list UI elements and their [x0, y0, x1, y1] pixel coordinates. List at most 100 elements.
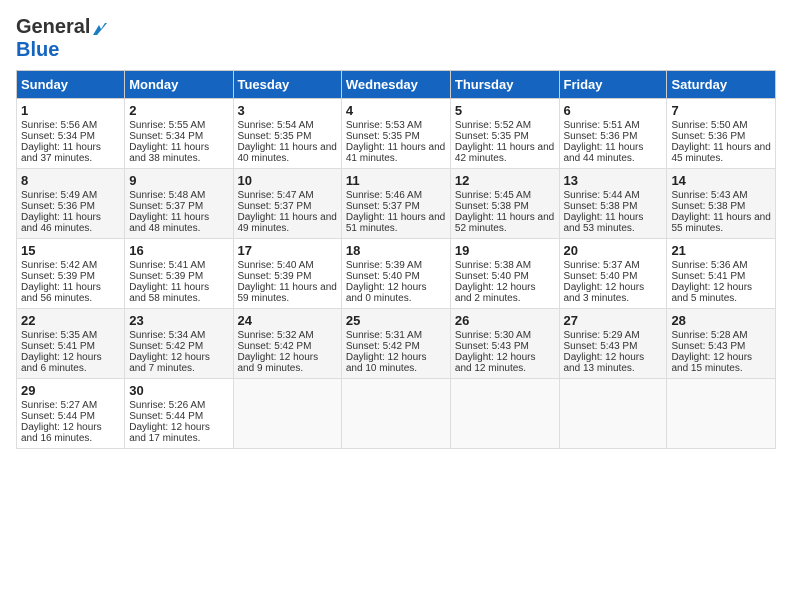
calendar-week-row: 29 Sunrise: 5:27 AMSunset: 5:44 PMDayligh… — [17, 379, 776, 449]
calendar-cell: 11 Sunrise: 5:46 AMSunset: 5:37 PMDayligh… — [341, 169, 450, 239]
day-number: 11 — [346, 173, 446, 188]
day-info: Sunrise: 5:32 AMSunset: 5:42 PMDaylight:… — [238, 330, 319, 374]
day-info: Sunrise: 5:34 AMSunset: 5:42 PMDaylight:… — [129, 330, 210, 374]
calendar-cell: 19 Sunrise: 5:38 AMSunset: 5:40 PMDayligh… — [450, 239, 559, 309]
day-number: 21 — [671, 243, 771, 258]
day-number: 15 — [21, 243, 120, 258]
calendar-cell: 14 Sunrise: 5:43 AMSunset: 5:38 PMDayligh… — [667, 169, 776, 239]
day-info: Sunrise: 5:46 AMSunset: 5:37 PMDaylight:… — [346, 190, 445, 234]
day-info: Sunrise: 5:36 AMSunset: 5:41 PMDaylight:… — [671, 260, 752, 304]
day-info: Sunrise: 5:56 AMSunset: 5:34 PMDaylight:… — [21, 120, 101, 164]
calendar-cell: 18 Sunrise: 5:39 AMSunset: 5:40 PMDayligh… — [341, 239, 450, 309]
day-number: 19 — [455, 243, 555, 258]
calendar-cell: 16Sunrise: 5:41 AMSunset: 5:39 PMDayligh… — [125, 239, 233, 309]
day-info: Sunrise: 5:29 AMSunset: 5:43 PMDaylight:… — [564, 330, 645, 374]
logo-bird-icon — [91, 19, 109, 37]
day-number: 10 — [238, 173, 337, 188]
calendar-table: SundayMondayTuesdayWednesdayThursdayFrid… — [16, 70, 776, 449]
day-number: 12 — [455, 173, 555, 188]
day-info: Sunrise: 5:31 AMSunset: 5:42 PMDaylight:… — [346, 330, 427, 374]
day-info: Sunrise: 5:37 AMSunset: 5:40 PMDaylight:… — [564, 260, 645, 304]
day-number: 2 — [129, 103, 228, 118]
weekday-header-tuesday: Tuesday — [233, 71, 341, 99]
day-number: 9 — [129, 173, 228, 188]
calendar-cell — [341, 379, 450, 449]
weekday-header-sunday: Sunday — [17, 71, 125, 99]
day-info: Sunrise: 5:43 AMSunset: 5:38 PMDaylight:… — [671, 190, 770, 234]
day-info: Sunrise: 5:53 AMSunset: 5:35 PMDaylight:… — [346, 120, 445, 164]
day-info: Sunrise: 5:44 AMSunset: 5:38 PMDaylight:… — [564, 190, 644, 234]
day-info: Sunrise: 5:28 AMSunset: 5:43 PMDaylight:… — [671, 330, 752, 374]
calendar-cell: 15 Sunrise: 5:42 AMSunset: 5:39 PMDayligh… — [17, 239, 125, 309]
calendar-cell — [559, 379, 667, 449]
logo-general: General — [16, 16, 90, 39]
day-info: Sunrise: 5:35 AMSunset: 5:41 PMDaylight:… — [21, 330, 102, 374]
calendar-cell — [450, 379, 559, 449]
calendar-cell: 26Sunrise: 5:30 AMSunset: 5:43 PMDayligh… — [450, 309, 559, 379]
weekday-header-monday: Monday — [125, 71, 233, 99]
day-number: 18 — [346, 243, 446, 258]
day-number: 23 — [129, 313, 228, 328]
logo: General Blue — [16, 16, 109, 62]
calendar-cell: 3 Sunrise: 5:54 AMSunset: 5:35 PMDaylight… — [233, 99, 341, 169]
day-info: Sunrise: 5:50 AMSunset: 5:36 PMDaylight:… — [671, 120, 770, 164]
calendar-cell: 17Sunrise: 5:40 AMSunset: 5:39 PMDayligh… — [233, 239, 341, 309]
day-number: 14 — [671, 173, 771, 188]
day-info: Sunrise: 5:26 AMSunset: 5:44 PMDaylight:… — [129, 400, 210, 444]
calendar-cell: 5 Sunrise: 5:52 AMSunset: 5:35 PMDaylight… — [450, 99, 559, 169]
day-info: Sunrise: 5:55 AMSunset: 5:34 PMDaylight:… — [129, 120, 209, 164]
calendar-cell: 25 Sunrise: 5:31 AMSunset: 5:42 PMDayligh… — [341, 309, 450, 379]
day-info: Sunrise: 5:39 AMSunset: 5:40 PMDaylight:… — [346, 260, 427, 304]
day-number: 29 — [21, 383, 120, 398]
calendar-cell: 23 Sunrise: 5:34 AMSunset: 5:42 PMDayligh… — [125, 309, 233, 379]
weekday-header-thursday: Thursday — [450, 71, 559, 99]
day-number: 30 — [129, 383, 228, 398]
weekday-header-friday: Friday — [559, 71, 667, 99]
calendar-cell: 28Sunrise: 5:28 AMSunset: 5:43 PMDayligh… — [667, 309, 776, 379]
day-number: 7 — [671, 103, 771, 118]
weekday-header-saturday: Saturday — [667, 71, 776, 99]
calendar-cell: 13 Sunrise: 5:44 AMSunset: 5:38 PMDayligh… — [559, 169, 667, 239]
day-info: Sunrise: 5:42 AMSunset: 5:39 PMDaylight:… — [21, 260, 101, 304]
weekday-header-wednesday: Wednesday — [341, 71, 450, 99]
calendar-cell: 20 Sunrise: 5:37 AMSunset: 5:40 PMDayligh… — [559, 239, 667, 309]
calendar-cell: 29 Sunrise: 5:27 AMSunset: 5:44 PMDayligh… — [17, 379, 125, 449]
calendar-cell — [667, 379, 776, 449]
day-number: 20 — [564, 243, 663, 258]
day-number: 27 — [564, 313, 663, 328]
calendar-cell: 22 Sunrise: 5:35 AMSunset: 5:41 PMDayligh… — [17, 309, 125, 379]
day-number: 22 — [21, 313, 120, 328]
calendar-cell — [233, 379, 341, 449]
calendar-week-row: 1Sunrise: 5:56 AMSunset: 5:34 PMDaylight… — [17, 99, 776, 169]
calendar-cell: 7 Sunrise: 5:50 AMSunset: 5:36 PMDaylight… — [667, 99, 776, 169]
calendar-week-row: 15 Sunrise: 5:42 AMSunset: 5:39 PMDayligh… — [17, 239, 776, 309]
day-number: 25 — [346, 313, 446, 328]
day-info: Sunrise: 5:54 AMSunset: 5:35 PMDaylight:… — [238, 120, 337, 164]
day-number: 8 — [21, 173, 120, 188]
day-number: 13 — [564, 173, 663, 188]
day-number: 6 — [564, 103, 663, 118]
day-info: Sunrise: 5:38 AMSunset: 5:40 PMDaylight:… — [455, 260, 536, 304]
calendar-cell: 1Sunrise: 5:56 AMSunset: 5:34 PMDaylight… — [17, 99, 125, 169]
day-info: Sunrise: 5:52 AMSunset: 5:35 PMDaylight:… — [455, 120, 554, 164]
day-info: Sunrise: 5:49 AMSunset: 5:36 PMDaylight:… — [21, 190, 101, 234]
calendar-cell: 27 Sunrise: 5:29 AMSunset: 5:43 PMDayligh… — [559, 309, 667, 379]
day-number: 5 — [455, 103, 555, 118]
calendar-cell: 24 Sunrise: 5:32 AMSunset: 5:42 PMDayligh… — [233, 309, 341, 379]
day-info: Sunrise: 5:48 AMSunset: 5:37 PMDaylight:… — [129, 190, 209, 234]
calendar-header-row: SundayMondayTuesdayWednesdayThursdayFrid… — [17, 71, 776, 99]
day-info: Sunrise: 5:27 AMSunset: 5:44 PMDaylight:… — [21, 400, 102, 444]
day-number: 24 — [238, 313, 337, 328]
calendar-week-row: 22 Sunrise: 5:35 AMSunset: 5:41 PMDayligh… — [17, 309, 776, 379]
calendar-week-row: 8 Sunrise: 5:49 AMSunset: 5:36 PMDaylight… — [17, 169, 776, 239]
calendar-cell: 21 Sunrise: 5:36 AMSunset: 5:41 PMDayligh… — [667, 239, 776, 309]
calendar-cell: 10Sunrise: 5:47 AMSunset: 5:37 PMDayligh… — [233, 169, 341, 239]
calendar-cell: 30 Sunrise: 5:26 AMSunset: 5:44 PMDayligh… — [125, 379, 233, 449]
day-number: 17 — [238, 243, 337, 258]
calendar-cell: 8 Sunrise: 5:49 AMSunset: 5:36 PMDaylight… — [17, 169, 125, 239]
calendar-cell: 6 Sunrise: 5:51 AMSunset: 5:36 PMDaylight… — [559, 99, 667, 169]
day-number: 3 — [238, 103, 337, 118]
day-info: Sunrise: 5:51 AMSunset: 5:36 PMDaylight:… — [564, 120, 644, 164]
day-info: Sunrise: 5:45 AMSunset: 5:38 PMDaylight:… — [455, 190, 554, 234]
page-header: General Blue — [16, 16, 776, 62]
